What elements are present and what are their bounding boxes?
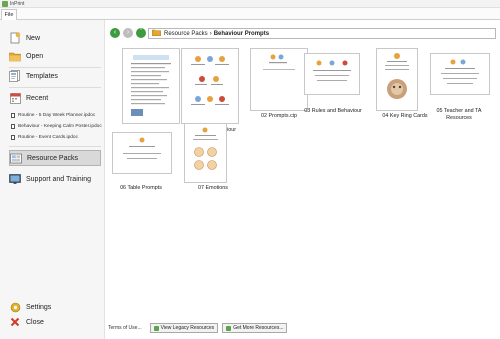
- forward-button[interactable]: ›: [123, 28, 133, 38]
- app-icon: [2, 1, 8, 7]
- sidebar-divider: [9, 146, 101, 147]
- document-icon: [11, 113, 15, 118]
- view-legacy-resources-button[interactable]: View Legacy Resources: [149, 323, 219, 333]
- tile-caption: 07 Emotions: [198, 185, 228, 191]
- tile-caption: 06 Table Prompts: [120, 185, 162, 191]
- sidebar-item-support[interactable]: Support and Training: [9, 171, 101, 187]
- teacher-page-preview: [441, 59, 479, 84]
- breadcrumb-separator: ›: [209, 30, 212, 37]
- gear-icon: [9, 301, 21, 313]
- tile-caption: 03 Rules and Behaviour: [304, 108, 362, 114]
- table-prompts-preview: [123, 137, 161, 159]
- tile-caption: 05 Teacher and TA Resources: [436, 108, 482, 121]
- document-icon: [11, 135, 15, 140]
- button-label: View Legacy Resources: [160, 325, 215, 331]
- window-title: InPrint: [10, 1, 25, 7]
- sidebar: New Open Templates Recent Routine - 5 Da…: [0, 20, 105, 339]
- terms-of-use-link[interactable]: Terms of Use...: [108, 325, 142, 331]
- document-icon: [11, 124, 15, 129]
- sidebar-item-templates[interactable]: Templates: [9, 68, 101, 84]
- monitor-icon: [9, 173, 21, 185]
- sidebar-item-label: Open: [26, 52, 44, 60]
- get-more-resources-button[interactable]: Get More Resources...: [222, 323, 288, 333]
- emotions-page-preview: [193, 127, 218, 170]
- sidebar-item-label: Recent: [26, 94, 49, 102]
- thumbnail: [184, 123, 227, 183]
- thumbnail: [181, 48, 239, 124]
- sidebar-divider: [9, 87, 101, 88]
- breadcrumb-root[interactable]: Resource Packs: [164, 31, 208, 37]
- breadcrumb-current: Behaviour Prompts: [213, 30, 270, 37]
- resource-packs-icon: [10, 152, 22, 164]
- folder-icon: [152, 29, 161, 38]
- get-resources-icon: [226, 325, 232, 331]
- settings-label: Settings: [26, 303, 52, 311]
- thumbnail: [430, 53, 490, 95]
- thumbnail: [250, 48, 308, 111]
- up-arrow-icon: ˆ: [139, 29, 143, 36]
- footer-bar: Terms of Use... View Legacy Resources Ge…: [108, 322, 496, 334]
- sidebar-item-new[interactable]: New: [9, 30, 101, 46]
- forward-arrow-icon: ›: [126, 29, 130, 36]
- navigation-bar: ‹ › ˆ Resource Packs › Behaviour Prompts: [108, 28, 496, 40]
- folder-icon: [9, 50, 21, 62]
- rules-page-preview: [313, 60, 351, 81]
- contents-page-preview: [131, 55, 171, 116]
- thumbnail: [122, 48, 180, 124]
- sidebar-item-open[interactable]: Open: [9, 48, 101, 64]
- close-button[interactable]: Close: [9, 314, 101, 330]
- back-arrow-icon: ‹: [113, 29, 117, 36]
- breadcrumb: Resource Packs › Behaviour Prompts: [148, 28, 496, 39]
- sidebar-item-resource-packs[interactable]: Resource Packs: [9, 150, 101, 166]
- legacy-resources-icon: [153, 325, 159, 331]
- cards-page-preview: [191, 56, 229, 105]
- thumbnail: [304, 53, 360, 95]
- sidebar-item-label: New: [26, 34, 41, 42]
- sidebar-item-label: Support and Training: [26, 175, 91, 183]
- menu-bar: File: [0, 8, 500, 20]
- back-button[interactable]: ‹: [110, 28, 120, 38]
- sidebar-item-recent[interactable]: Recent: [9, 90, 101, 106]
- sidebar-item-label: Resource Packs: [27, 154, 78, 162]
- resource-grid: 00 Contents 01 Positive Behaviour Cards …: [108, 42, 496, 318]
- recent-file-item[interactable]: Behaviour - Keeping Calm Poster.ipdoc: [11, 122, 103, 131]
- settings-button[interactable]: Settings: [9, 299, 101, 315]
- close-label: Close: [26, 318, 44, 326]
- button-label: Get More Resources...: [233, 325, 284, 331]
- thumbnail: [376, 48, 418, 111]
- recent-file-item[interactable]: Routine - 5 Day Week Planner.ipdoc: [11, 111, 103, 120]
- sidebar-item-label: Templates: [26, 72, 58, 80]
- templates-icon: [9, 70, 21, 82]
- up-button[interactable]: ˆ: [136, 28, 146, 38]
- title-bar: InPrint: [0, 0, 500, 8]
- prompts-page-preview: [263, 54, 295, 70]
- recent-calendar-icon: [9, 92, 21, 104]
- file-menu-tab[interactable]: File: [1, 9, 17, 20]
- new-document-icon: [9, 32, 21, 44]
- thumbnail: [112, 132, 172, 174]
- close-icon: [9, 316, 21, 328]
- keyring-page-preview: [385, 53, 409, 99]
- recent-file-item[interactable]: Routine - Event Cards.ipdoc: [11, 133, 103, 142]
